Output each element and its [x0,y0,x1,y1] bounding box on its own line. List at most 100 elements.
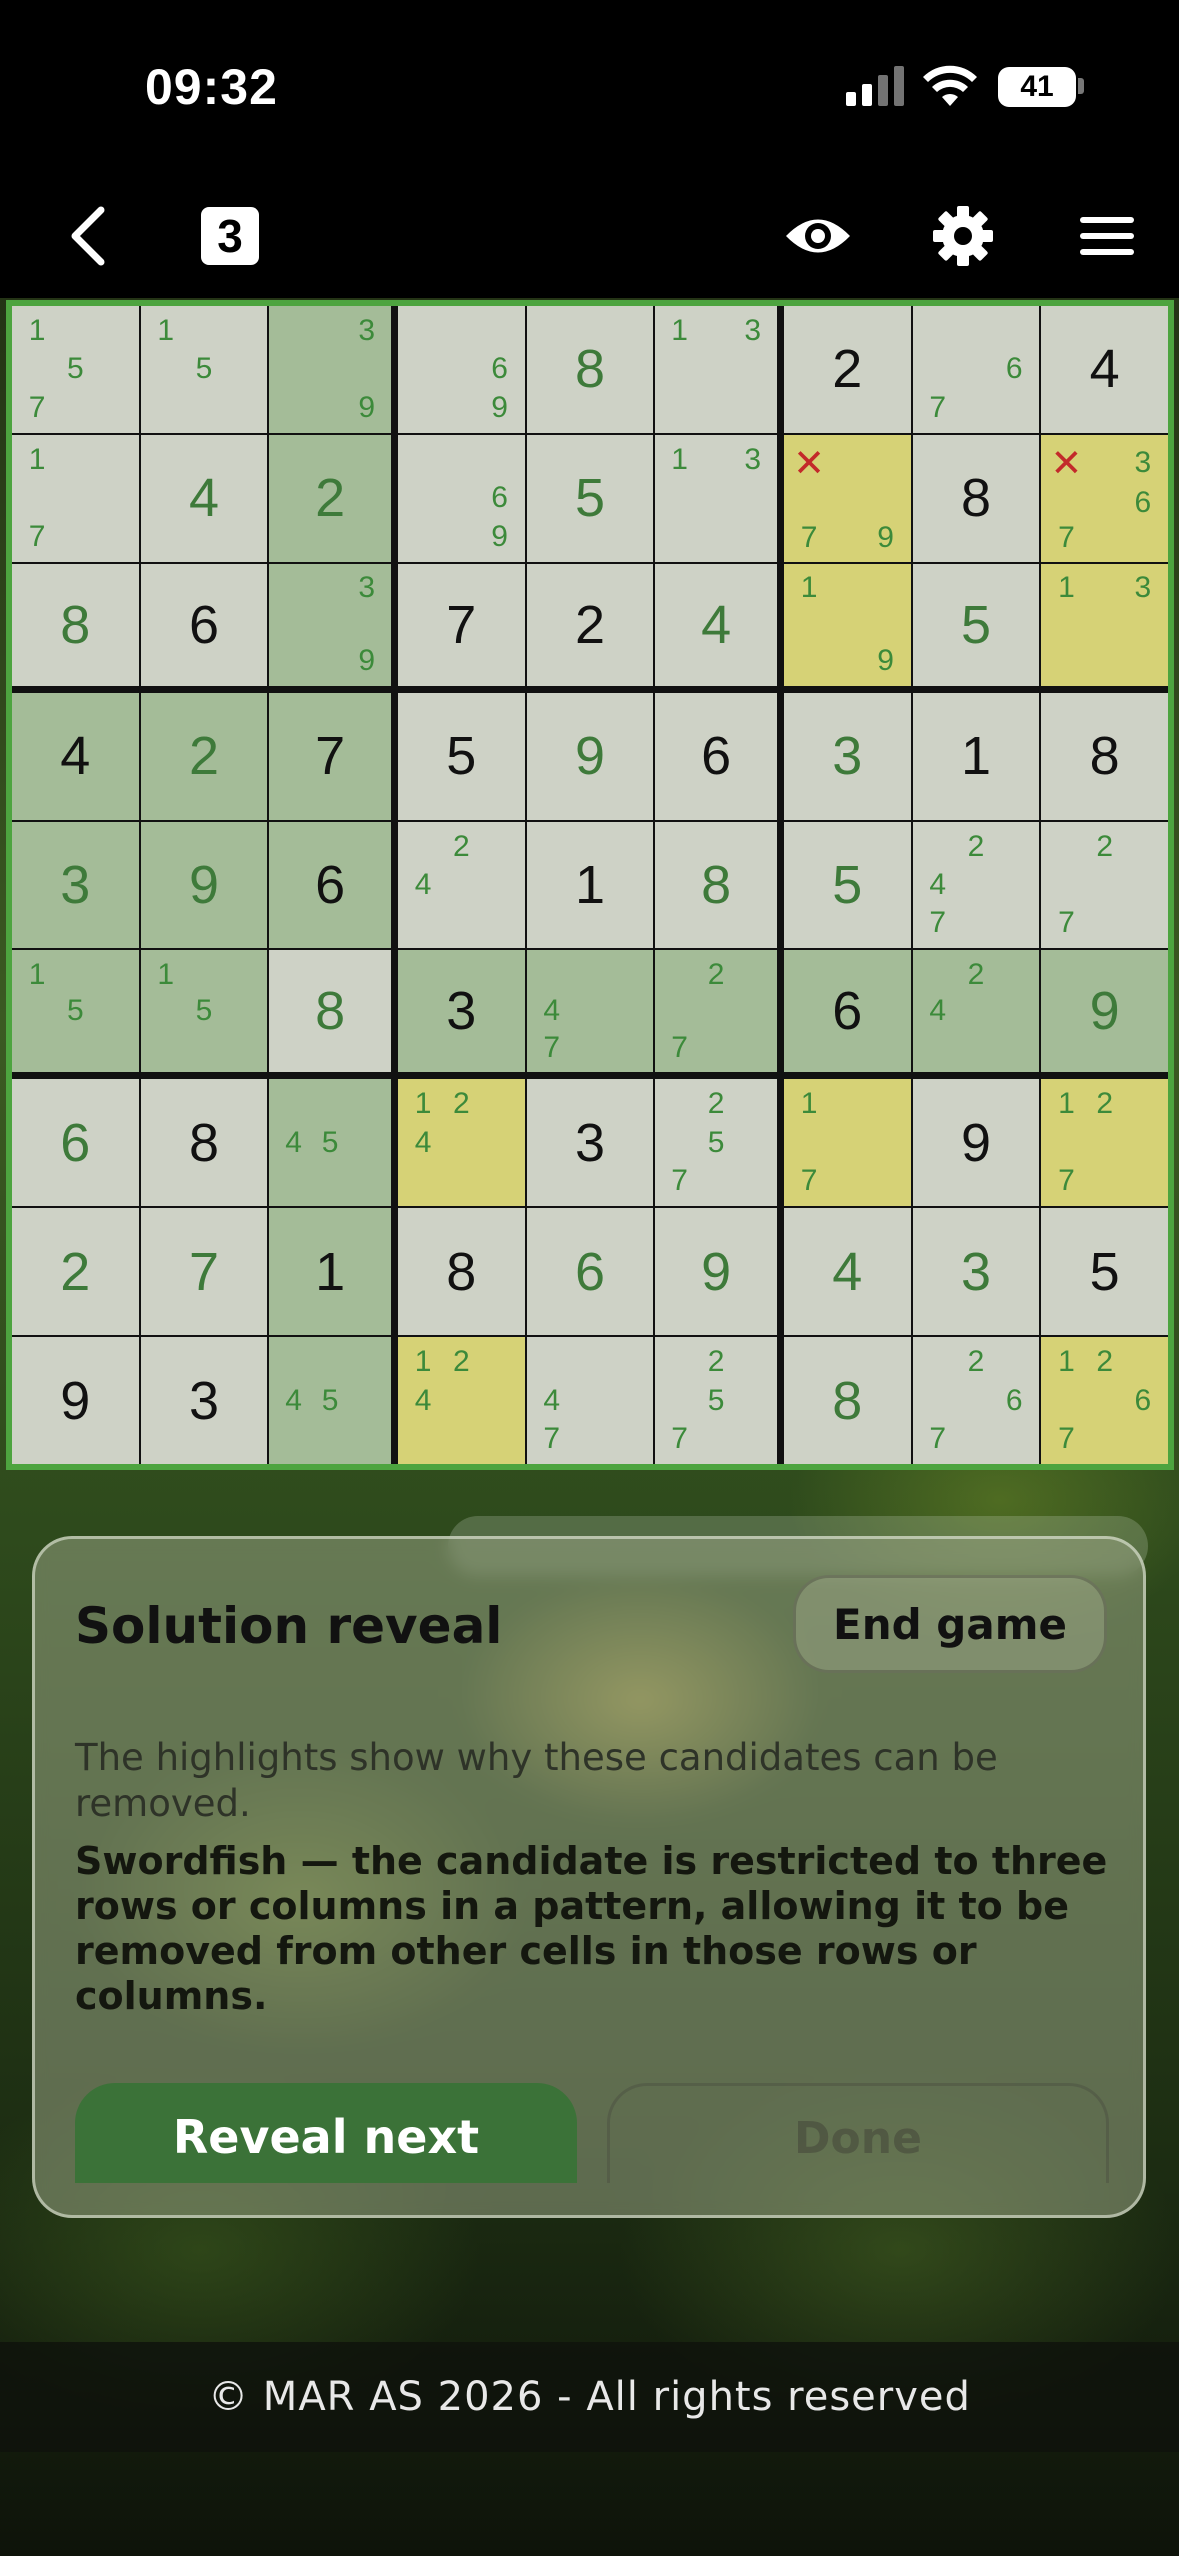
sudoku-cell[interactable]: ✕ 3 6 7 [1041,434,1168,562]
done-button[interactable]: Done [607,2083,1109,2183]
sudoku-cell[interactable]: 4 [12,692,139,820]
sudoku-cell[interactable]: 69 [397,434,525,562]
sudoku-cell[interactable]: 3 [912,1208,1040,1336]
sudoku-cell[interactable]: 9 [12,1337,139,1464]
sudoku-cell[interactable]: 4 [783,1208,911,1336]
sudoku-cell[interactable]: 9 [140,821,268,949]
sudoku-cell[interactable]: 4 [1041,306,1168,433]
sudoku-cell[interactable]: 39 [269,563,391,686]
sudoku-cell[interactable]: 3 [12,821,139,949]
sudoku-cell[interactable]: 3 [140,1337,268,1464]
candidate-digit [18,1030,56,1067]
sudoku-cell[interactable]: 67 [912,306,1040,433]
sudoku-cell[interactable]: 1 [912,692,1040,820]
sudoku-cell[interactable]: 157 [12,306,139,433]
sudoku-cell[interactable]: 4 [655,563,777,686]
sudoku-cell[interactable]: 3 [526,1079,654,1207]
sudoku-cell[interactable]: 9 [655,1208,777,1336]
sudoku-cell[interactable]: 8 [783,1337,911,1464]
end-game-button[interactable]: End game [793,1575,1107,1673]
sudoku-cell[interactable]: 69 [397,306,525,433]
eye-button[interactable] [780,196,856,276]
sudoku-cell[interactable]: 3 [783,692,911,820]
sudoku-cell[interactable]: 5 [1041,1208,1168,1336]
sudoku-cell[interactable]: 27 [655,950,777,1073]
sudoku-cell[interactable]: 124 [397,1337,525,1464]
sudoku-cell[interactable]: 8 [1041,692,1168,820]
sudoku-cell[interactable]: 9 [1041,950,1168,1073]
sudoku-cell[interactable]: 2 57 [655,1337,777,1464]
sudoku-cell[interactable]: 8 [269,950,391,1073]
cell-value: 5 [574,468,606,529]
sudoku-cell[interactable]: 7 [140,1208,268,1336]
strategy-explanation: Swordfish — the candidate is restricted … [75,1839,1108,2018]
sudoku-cell[interactable]: 6 [526,1208,654,1336]
sudoku-cell[interactable]: 15 [12,950,139,1073]
sudoku-cell[interactable]: 45 [269,1079,391,1207]
back-button[interactable] [52,196,122,276]
sudoku-cell[interactable]: 1 [269,1208,391,1336]
candidate-digit [312,389,349,427]
sudoku-cell[interactable]: 8 [397,1208,525,1336]
sudoku-cell[interactable]: ✕ 7 9 [783,434,911,562]
sudoku-cell[interactable]: 24 7 [912,821,1040,949]
sudoku-cell[interactable]: 2 [783,306,911,433]
sudoku-cell[interactable]: 13 [655,434,777,562]
sudoku-cell[interactable]: 45 [269,1337,391,1464]
sudoku-cell[interactable]: 6 [140,563,268,686]
sudoku-cell[interactable]: 9 [912,1079,1040,1207]
sudoku-cell[interactable]: 27 [1041,821,1168,949]
sudoku-cell[interactable]: 9 [526,692,654,820]
cell-value: 6 [315,854,346,915]
sudoku-cell[interactable]: 1 [526,821,654,949]
sudoku-cell[interactable]: 17 [783,1079,911,1207]
cell-candidates: 39 [275,312,385,427]
sudoku-cell[interactable]: 5 [397,692,525,820]
sudoku-cell[interactable]: 47 [526,1337,654,1464]
menu-button[interactable] [1074,196,1140,276]
sudoku-cell[interactable]: 8 [912,434,1040,562]
sudoku-cell[interactable]: 4 [140,434,268,562]
candidate-digit: 3 [1134,446,1152,480]
sudoku-cell[interactable]: 13 [1041,563,1168,686]
sudoku-cell[interactable]: 15 [140,306,268,433]
sudoku-cell[interactable]: 126 7 [1041,1337,1168,1464]
sudoku-cell[interactable]: 2 [269,434,391,562]
sudoku-cell[interactable]: 8 [12,563,139,686]
reveal-next-button[interactable]: Reveal next [75,2083,577,2183]
sudoku-cell[interactable]: 2 [140,692,268,820]
sudoku-cell[interactable]: 6 [783,950,911,1073]
sudoku-cell[interactable]: 8 [526,306,654,433]
candidate-digit [533,956,571,993]
sudoku-cell[interactable]: 24 [912,950,1040,1073]
sudoku-cell[interactable]: 12 7 [1041,1079,1168,1207]
candidate-digit [661,1381,698,1419]
candidate-digit [56,389,94,427]
sudoku-cell[interactable]: 26 7 [912,1337,1040,1464]
sudoku-cell[interactable]: 15 [140,950,268,1073]
sudoku-cell[interactable]: 7 [397,563,525,686]
candidate-digit [56,517,94,555]
sudoku-cell[interactable]: 7 [269,692,391,820]
sudoku-cell[interactable]: 13 [655,306,777,433]
settings-button[interactable] [928,196,998,276]
sudoku-cell[interactable]: 24 [397,821,525,949]
sudoku-cell[interactable]: 5 [912,563,1040,686]
sudoku-cell[interactable]: 5 [783,821,911,949]
sudoku-cell[interactable]: 39 [269,306,391,433]
sudoku-cell[interactable]: 8 [140,1079,268,1207]
sudoku-cell[interactable]: 8 [655,821,777,949]
sudoku-cell[interactable]: 6 [269,821,391,949]
sudoku-cell[interactable]: 2 57 [655,1079,777,1207]
sudoku-cell[interactable]: 5 [526,434,654,562]
sudoku-cell[interactable]: 6 [655,692,777,820]
sudoku-cell[interactable]: 17 [12,434,139,562]
sudoku-cell[interactable]: 124 [397,1079,525,1207]
sudoku-cell[interactable]: 3 [397,950,525,1073]
sudoku-cell[interactable]: 6 [12,1079,139,1207]
sudoku-cell[interactable]: 2 [526,563,654,686]
level-button[interactable]: 3 [198,196,262,276]
sudoku-cell[interactable]: 47 [526,950,654,1073]
sudoku-cell[interactable]: 2 [12,1208,139,1336]
sudoku-cell[interactable]: 19 [783,563,911,686]
